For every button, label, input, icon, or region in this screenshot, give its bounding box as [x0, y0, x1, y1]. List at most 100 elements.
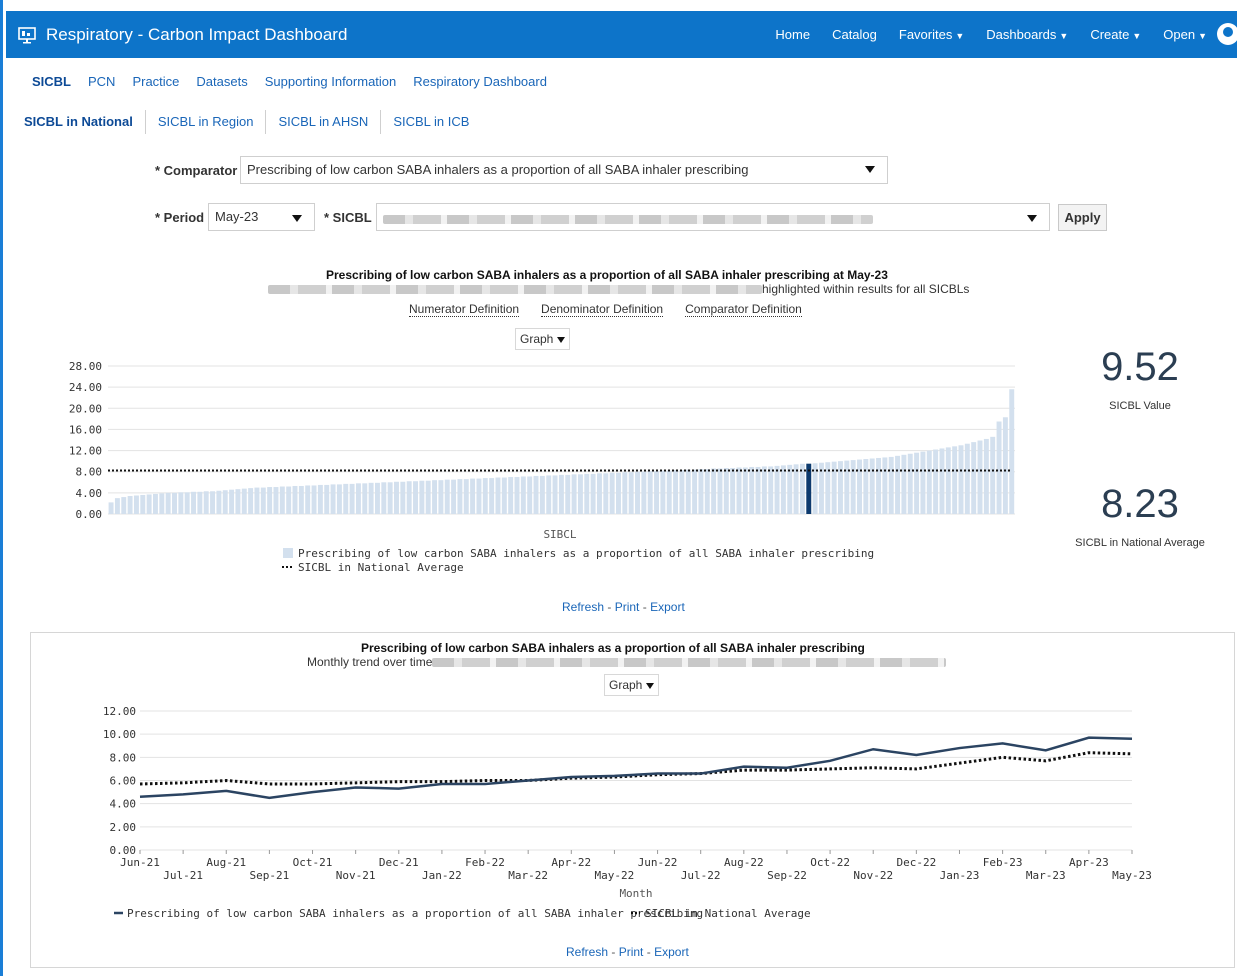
chart1-footer-links: Refresh - Print - Export: [562, 600, 685, 614]
chart1-subtitle: highlighted within results for all SICBL…: [268, 282, 969, 296]
bar: [850, 460, 856, 514]
nav-dashboards[interactable]: Dashboards ▼: [986, 27, 1068, 42]
subtab-national[interactable]: SICBL in National: [22, 110, 146, 134]
bar: [596, 473, 602, 514]
tab-sicbl[interactable]: SICBL: [32, 74, 71, 89]
period-select[interactable]: May-23: [208, 203, 315, 231]
bar: [635, 471, 640, 514]
comparator-label: * Comparator: [155, 163, 238, 178]
bar: [622, 472, 628, 514]
chart2-subtitle: Monthly trend over time: [307, 655, 947, 669]
bar: [812, 463, 818, 514]
bar: [698, 469, 704, 514]
bar: [222, 490, 228, 514]
bar: [279, 486, 285, 514]
separator: -: [642, 600, 651, 614]
caret-down-icon: ▼: [1132, 31, 1142, 41]
bar: [983, 438, 989, 514]
bar: [780, 465, 786, 514]
subtab-ahsn[interactable]: SICBL in AHSN: [266, 110, 382, 134]
bar: [863, 459, 869, 514]
tab-respiratory-dashboard[interactable]: Respiratory Dashboard: [413, 74, 547, 89]
bar: [1002, 417, 1008, 514]
numerator-definition-link[interactable]: Numerator Definition: [409, 302, 520, 317]
sicbl-select[interactable]: [376, 203, 1050, 231]
definition-links: Numerator Definition Denominator Definit…: [409, 302, 824, 317]
highlighted-bar: [806, 463, 812, 514]
bar: [336, 484, 342, 514]
chart2-refresh-link[interactable]: Refresh: [566, 945, 608, 959]
bar: [527, 476, 533, 514]
y-tick-label: 28.00: [69, 360, 102, 373]
chart1-refresh-link[interactable]: Refresh: [562, 600, 604, 614]
bar: [825, 462, 831, 514]
subtab-icb[interactable]: SICBL in ICB: [381, 110, 481, 134]
nav-open[interactable]: Open ▼: [1163, 27, 1207, 42]
nav-catalog[interactable]: Catalog: [832, 27, 877, 42]
user-avatar-icon[interactable]: [1217, 23, 1237, 45]
bar: [768, 466, 774, 514]
bar: [679, 470, 685, 514]
bar: [311, 485, 317, 514]
bar: [666, 470, 672, 514]
tab-pcn[interactable]: PCN: [88, 74, 115, 89]
bar: [628, 472, 634, 514]
bar: [514, 477, 520, 514]
chart1-export-link[interactable]: Export: [650, 600, 685, 614]
tab-datasets[interactable]: Datasets: [196, 74, 247, 89]
chart2-footer-links: Refresh - Print - Export: [566, 945, 689, 959]
bar: [432, 480, 438, 514]
bar: [533, 475, 539, 514]
bar: [660, 470, 666, 514]
chart1-subtitle-tail: highlighted within results for all SICBL…: [762, 282, 970, 296]
bar: [914, 452, 920, 514]
bar: [260, 487, 266, 514]
legend-label: Prescribing of low carbon SABA inhalers …: [298, 547, 874, 560]
bar: [749, 466, 755, 514]
nav-open-label: Open: [1163, 27, 1196, 42]
subtab-region[interactable]: SICBL in Region: [146, 110, 267, 134]
bar: [818, 462, 824, 514]
bar: [901, 454, 907, 514]
bar: [463, 479, 469, 514]
chart1-view-select[interactable]: Graph: [515, 328, 571, 350]
bar: [305, 485, 311, 514]
bar: [882, 457, 888, 514]
tab-supporting-information[interactable]: Supporting Information: [265, 74, 397, 89]
window-edge: [0, 0, 3, 976]
separator: -: [611, 945, 619, 959]
chart2-print-link[interactable]: Print: [619, 945, 644, 959]
y-tick-label: 16.00: [69, 423, 102, 436]
bar: [616, 472, 621, 514]
chart2-view-select[interactable]: Graph: [604, 674, 660, 696]
bar: [1009, 389, 1015, 514]
period-label: * Period: [155, 210, 205, 225]
bar: [774, 465, 780, 514]
comparator-definition-link[interactable]: Comparator Definition: [685, 302, 802, 317]
tab-practice[interactable]: Practice: [132, 74, 179, 89]
chart1-print-link[interactable]: Print: [615, 600, 640, 614]
bar: [406, 481, 412, 514]
bar: [857, 459, 862, 514]
bar: [178, 492, 184, 514]
nav-home[interactable]: Home: [775, 27, 810, 42]
bar: [647, 471, 653, 514]
app-title: Respiratory - Carbon Impact Dashboard: [46, 24, 348, 44]
chart1-title: Prescribing of low carbon SABA inhalers …: [326, 268, 888, 282]
bar: [470, 478, 476, 514]
denominator-definition-link[interactable]: Denominator Definition: [541, 302, 664, 317]
bar: [451, 479, 457, 514]
apply-button[interactable]: Apply: [1058, 204, 1107, 231]
dashboard-icon: [18, 26, 36, 43]
bar: [355, 483, 361, 514]
comparator-select[interactable]: Prescribing of low carbon SABA inhalers …: [240, 156, 888, 184]
nav-favorites[interactable]: Favorites ▼: [899, 27, 964, 42]
chart2-export-link[interactable]: Export: [654, 945, 689, 959]
nav-create[interactable]: Create ▼: [1090, 27, 1141, 42]
bar: [964, 443, 970, 514]
bar: [520, 476, 526, 514]
bar: [977, 440, 983, 514]
nav-favorites-label: Favorites: [898, 27, 953, 42]
bar: [229, 489, 235, 514]
bar: [711, 468, 717, 514]
